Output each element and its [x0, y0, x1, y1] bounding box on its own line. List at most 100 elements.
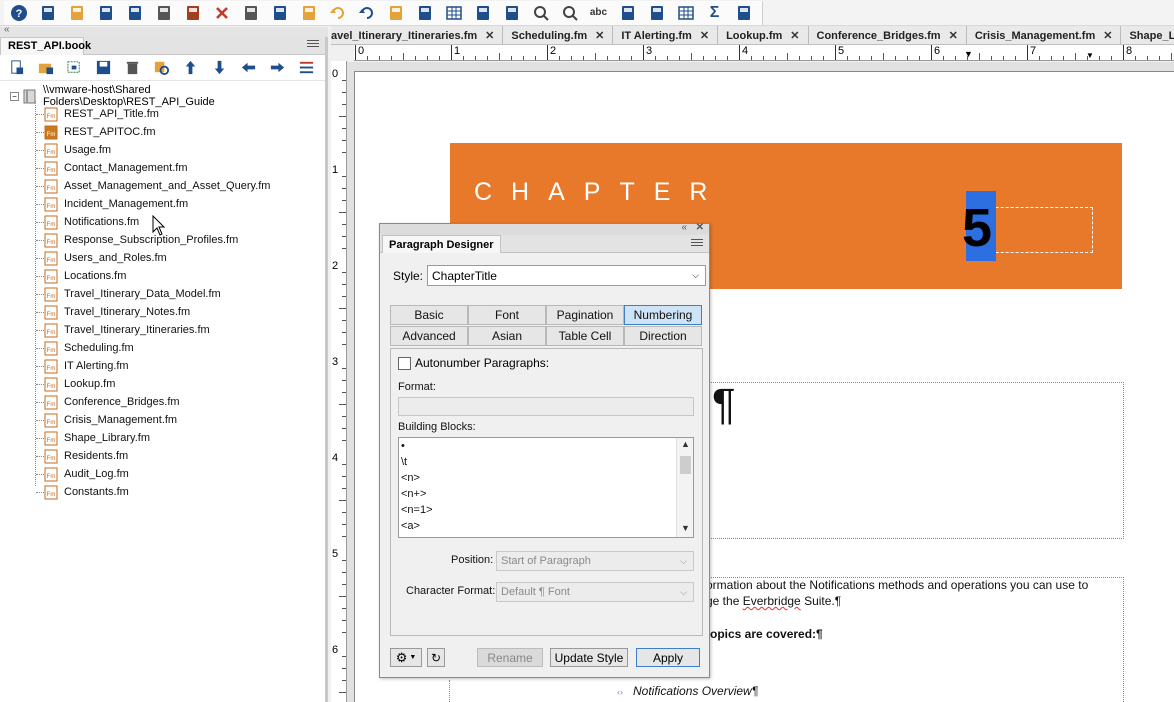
doc-tab[interactable]: avel_Itinerary_Itineraries.fm ✕ [331, 26, 504, 44]
sum-button[interactable]: Σ [700, 2, 729, 24]
grid-button[interactable] [671, 2, 700, 24]
list-button[interactable] [729, 2, 758, 24]
doc-tab[interactable]: Crisis_Management.fm ✕ [966, 26, 1122, 44]
building-blocks-list[interactable]: ▲ ▼ • \t <n> <n+> <n=1> <a> [398, 437, 694, 538]
close-tab-icon[interactable]: ✕ [700, 29, 709, 42]
dialog-title[interactable]: Paragraph Designer [382, 235, 501, 253]
scroll-up-icon[interactable]: ▲ [681, 439, 690, 449]
collapse-panel-icon[interactable]: « [681, 222, 687, 233]
tree-file-item[interactable]: Fm REST_API_Title.fm [44, 105, 159, 123]
tree-file-item[interactable]: Fm Scheduling.fm [44, 339, 134, 357]
print-button[interactable] [149, 2, 178, 24]
title-text-frame[interactable] [705, 382, 1124, 539]
help-button[interactable]: ? [4, 2, 33, 24]
tree-file-item[interactable]: Fm IT Alerting.fm [44, 357, 129, 375]
autonumber-checkbox[interactable] [398, 356, 411, 370]
update-button[interactable] [410, 2, 439, 24]
save-button[interactable] [91, 2, 120, 24]
demote-button[interactable] [234, 57, 263, 79]
cut-button[interactable] [236, 2, 265, 24]
tree-file-item[interactable]: Fm REST_APITOC.fm [44, 123, 155, 141]
tab-direction[interactable]: Direction [624, 326, 702, 346]
expand-collapse-icon[interactable]: − [10, 91, 19, 101]
topics-heading[interactable]: topics are covered:¶ [706, 627, 823, 641]
copy-button[interactable] [265, 2, 294, 24]
text-frame-button[interactable] [642, 2, 671, 24]
chapter-word[interactable]: CHAPTER [474, 178, 726, 207]
list-scrollbar[interactable]: ▲ ▼ [676, 438, 693, 537]
close-tab-icon[interactable]: ✕ [1103, 29, 1112, 42]
tab-pagination[interactable]: Pagination [546, 305, 624, 325]
tab-basic[interactable]: Basic [390, 305, 468, 325]
tree-file-item[interactable]: Fm Constants.fm [44, 483, 129, 501]
refresh-button[interactable]: ↻ [427, 648, 445, 667]
move-down-button[interactable] [205, 57, 234, 79]
chart-button[interactable] [497, 2, 526, 24]
tree-file-item[interactable]: Fm Travel_Itinerary_Notes.fm [44, 303, 190, 321]
update-style-button[interactable]: Update Style [550, 648, 628, 667]
doc-tab[interactable]: Shape_L [1121, 26, 1174, 44]
tab-table-cell[interactable]: Table Cell [546, 326, 624, 346]
book-options-button[interactable] [292, 57, 321, 79]
tree-root[interactable]: − \\vmware-host\Shared Folders\Desktop\R… [10, 84, 325, 108]
building-block-item[interactable]: <n> [401, 472, 420, 484]
spelling-button[interactable]: abc [584, 2, 613, 24]
format-field[interactable] [398, 397, 694, 416]
add-file-button[interactable] [2, 57, 31, 79]
save-as-button[interactable] [120, 2, 149, 24]
tree-file-item[interactable]: Fm Asset_Management_and_Asset_Query.fm [44, 177, 270, 195]
building-block-item[interactable]: \t [401, 456, 407, 468]
tree-file-item[interactable]: Fm Conference_Bridges.fm [44, 393, 180, 411]
tree-file-item[interactable]: Fm Contact_Management.fm [44, 159, 188, 177]
char-format-select[interactable]: Default ¶ Font ⌵ [496, 582, 694, 602]
scrollbar-thumb[interactable] [680, 456, 691, 474]
close-tab-icon[interactable]: ✕ [790, 29, 799, 42]
tree-file-item[interactable]: Fm Crisis_Management.fm [44, 411, 177, 429]
add-folder-button[interactable] [31, 57, 60, 79]
new-button[interactable] [33, 2, 62, 24]
tree-file-item[interactable]: Fm Travel_Itinerary_Itineraries.fm [44, 321, 210, 339]
building-block-item[interactable]: • [401, 440, 405, 452]
chapter-number[interactable]: 5 [962, 197, 992, 259]
tree-file-item[interactable]: Fm Usage.fm [44, 141, 111, 159]
tab-asian[interactable]: Asian [468, 326, 546, 346]
intro-line-1[interactable]: ormation about the Notifications methods… [706, 578, 1088, 592]
move-up-button[interactable] [176, 57, 205, 79]
tab-font[interactable]: Font [468, 305, 546, 325]
building-block-item[interactable]: <a> [401, 520, 420, 532]
tree-file-item[interactable]: Fm Response_Subscription_Profiles.fm [44, 231, 238, 249]
building-block-item[interactable]: <n=1> [401, 504, 433, 516]
doc-tab[interactable]: Conference_Bridges.fm ✕ [808, 26, 967, 44]
close-tab-icon[interactable]: ✕ [485, 29, 494, 42]
tree-file-item[interactable]: Fm Lookup.fm [44, 375, 115, 393]
close-tab-icon[interactable]: ✕ [595, 29, 604, 42]
doc-tab[interactable]: Lookup.fm ✕ [718, 26, 809, 44]
tree-file-item[interactable]: Fm Audit_Log.fm [44, 465, 129, 483]
position-select[interactable]: Start of Paragraph ⌵ [496, 551, 694, 571]
redo-button[interactable] [352, 2, 381, 24]
rename-button[interactable]: Rename [477, 648, 543, 667]
tab-numbering[interactable]: Numbering [624, 305, 702, 325]
panel-collapse-strip[interactable]: « [0, 24, 328, 37]
table-button[interactable] [439, 2, 468, 24]
tree-file-item[interactable]: Fm Travel_Itinerary_Data_Model.fm [44, 285, 221, 303]
delete-file-button[interactable] [118, 57, 147, 79]
doc-tab[interactable]: Scheduling.fm ✕ [503, 26, 614, 44]
open-button[interactable] [62, 2, 91, 24]
apply-button[interactable]: Apply [636, 648, 700, 667]
paste-button[interactable] [294, 2, 323, 24]
doc-tab[interactable]: IT Alerting.fm ✕ [613, 26, 719, 44]
undo-button[interactable] [323, 2, 352, 24]
style-select[interactable]: ChapterTitle ⌵ [427, 265, 707, 286]
dialog-menu-icon[interactable] [691, 239, 703, 249]
insert-button[interactable] [468, 2, 497, 24]
save-book-button[interactable] [89, 57, 118, 79]
horizontal-ruler[interactable]: 0 1 2 3 4 5 6 7 8 ▼ ▼ [354, 45, 1174, 61]
zoom-out-button[interactable] [555, 2, 584, 24]
tree-file-item[interactable]: Fm Residents.fm [44, 447, 128, 465]
vertical-ruler[interactable]: 0 1 2 3 4 5 6 [331, 61, 347, 702]
lock-button[interactable] [178, 2, 207, 24]
collapse-icon[interactable]: « [4, 24, 10, 35]
close-icon[interactable]: ✕ [696, 222, 704, 233]
tab-advanced[interactable]: Advanced [390, 326, 468, 346]
